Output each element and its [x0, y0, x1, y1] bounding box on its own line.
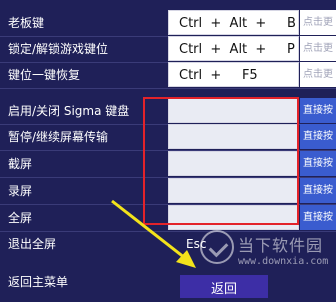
- back-button[interactable]: 返回: [180, 275, 268, 298]
- direct-press-button[interactable]: 直接按: [300, 205, 336, 230]
- hotkey-row-record-screen: 录屏 直接按: [0, 178, 336, 205]
- hotkey-row-fullscreen: 全屏 直接按: [0, 205, 336, 232]
- hotkey-row-lock-keys: 锁定/解锁游戏键位 Ctrl + Alt + P 点击更: [0, 36, 336, 63]
- hotkey-row-restore-keys: 键位一键恢复 Ctrl + F5 点击更: [0, 62, 336, 89]
- hotkey-settings-panel: 老板键 Ctrl + Alt + B 点击更 锁定/解锁游戏键位 Ctrl + …: [0, 0, 336, 298]
- hotkey-row-exit-fullscreen: 退出全屏 Esc: [0, 231, 336, 257]
- hotkey-row-return-menu: 返回主菜单: [0, 257, 336, 289]
- direct-press-button[interactable]: 直接按: [300, 124, 336, 149]
- hotkey-label: 老板键: [8, 16, 45, 30]
- hotkey-label: 返回主菜单: [8, 275, 69, 289]
- edit-hotkey-button[interactable]: 点击更: [300, 62, 336, 87]
- hotkey-keys: Ctrl + F5: [179, 68, 258, 83]
- direct-press-button[interactable]: 直接按: [300, 178, 336, 203]
- hotkey-field[interactable]: Ctrl + F5: [168, 62, 299, 87]
- hotkey-label: 全屏: [8, 211, 33, 225]
- hotkey-row-pause-screen-transfer: 暂停/继续屏幕传输 直接按: [0, 124, 336, 151]
- hotkey-keys: Esc: [186, 237, 207, 251]
- hotkey-field[interactable]: Ctrl + Alt + P: [168, 36, 299, 61]
- hotkey-keys: Ctrl + Alt + P: [179, 42, 295, 57]
- hotkey-row-boss-key: 老板键 Ctrl + Alt + B 点击更: [0, 10, 336, 37]
- hotkey-row-toggle-sigma-keyboard: 启用/关闭 Sigma 键盘 直接按: [0, 98, 336, 125]
- hotkey-field[interactable]: [168, 151, 299, 176]
- hotkey-field[interactable]: [168, 124, 299, 149]
- hotkey-field[interactable]: Ctrl + Alt + B: [168, 10, 299, 35]
- hotkey-label: 键位一键恢复: [8, 68, 81, 82]
- hotkey-keys: Ctrl + Alt + B: [179, 16, 296, 31]
- hotkey-field[interactable]: [168, 205, 299, 230]
- hotkey-field[interactable]: [168, 178, 299, 203]
- hotkey-label: 退出全屏: [8, 237, 57, 251]
- direct-press-button[interactable]: 直接按: [300, 151, 336, 176]
- hotkey-label: 暂停/继续屏幕传输: [8, 130, 109, 144]
- direct-press-button[interactable]: 直接按: [300, 98, 336, 123]
- hotkey-field[interactable]: [168, 98, 299, 123]
- hotkey-row-screenshot: 截屏 直接按: [0, 151, 336, 178]
- hotkey-label: 锁定/解锁游戏键位: [8, 42, 109, 56]
- hotkey-label: 截屏: [8, 157, 33, 171]
- edit-hotkey-button[interactable]: 点击更: [300, 36, 336, 61]
- hotkey-label: 录屏: [8, 184, 33, 198]
- edit-hotkey-button[interactable]: 点击更: [300, 10, 336, 35]
- hotkey-label: 启用/关闭 Sigma 键盘: [8, 104, 130, 118]
